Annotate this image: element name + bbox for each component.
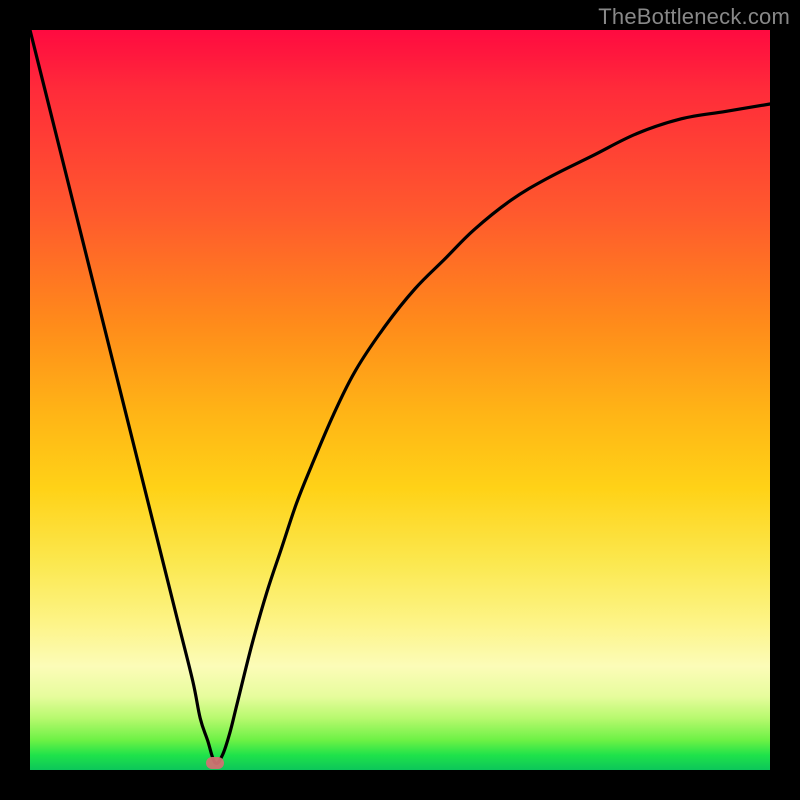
curve-path — [30, 30, 770, 763]
plot-area — [30, 30, 770, 770]
chart-frame: TheBottleneck.com — [0, 0, 800, 800]
optimum-marker — [206, 757, 224, 769]
watermark-text: TheBottleneck.com — [598, 4, 790, 30]
bottleneck-curve — [30, 30, 770, 770]
